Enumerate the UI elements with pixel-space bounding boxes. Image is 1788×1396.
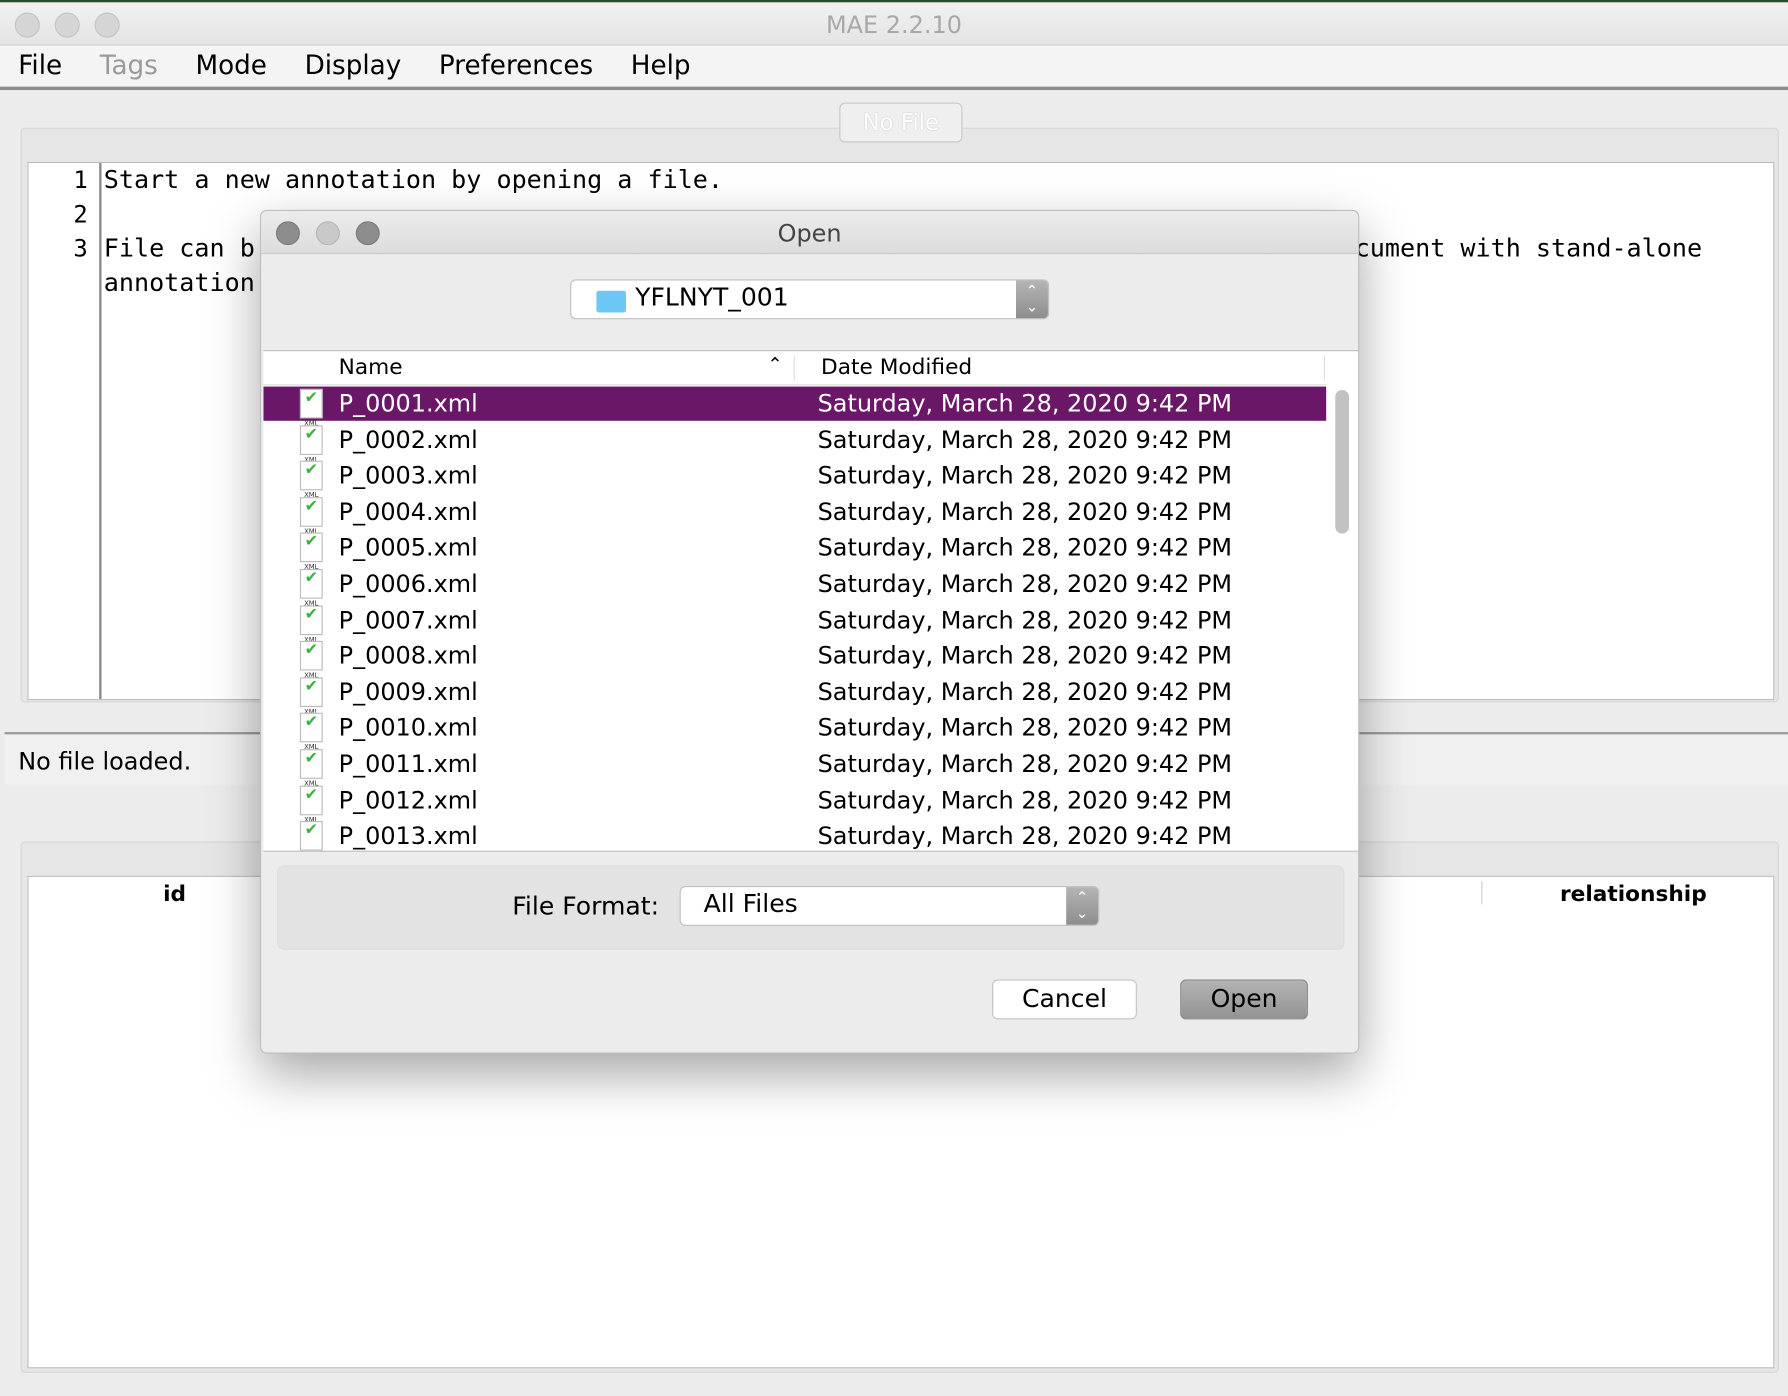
- file-row[interactable]: ✔ XML P_0006.xml Saturday, March 28, 2020 9…: [263, 567, 1326, 608]
- file-list-header: Name ⌃ Date Modified: [263, 351, 1327, 386]
- xml-file-icon: ✔XML: [299, 605, 323, 644]
- menu-preferences[interactable]: Preferences: [439, 51, 593, 81]
- editor-line-3-end: cument with stand-alone: [1354, 234, 1703, 264]
- xml-file-icon: ✔XML: [299, 677, 323, 716]
- line-number: 2: [73, 200, 88, 229]
- file-row[interactable]: ✔XML P_0013.xml Saturday, March 28, 2020 9…: [263, 819, 1326, 851]
- file-row[interactable]: ✔ XML P_0012.xml Saturday, March 28, 2020 9…: [263, 783, 1326, 824]
- column-divider: [793, 355, 795, 381]
- file-name: P_0003.xml: [338, 462, 478, 490]
- file-row[interactable]: ✔ XML P_0010.xml Saturday, March 28, 2020 9…: [263, 711, 1326, 752]
- xml-file-icon: ✔XML: [299, 388, 323, 428]
- open-file-dialog: Open YFLNYT_001 ⌃ ⌄ Name ⌃ Date Modified …: [259, 209, 1360, 1054]
- editor-line-3-start: File can b: [103, 234, 255, 264]
- file-date-modified: Saturday, March 28, 2020 9:42 PM: [817, 462, 1233, 490]
- file-name: P_0011.xml: [338, 750, 478, 778]
- file-name: P_0006.xml: [338, 570, 478, 598]
- xml-file-icon: ✔XML: [299, 713, 323, 752]
- file-date-modified: Saturday, March 28, 2020 9:42 PM: [817, 570, 1233, 598]
- file-name: P_0008.xml: [338, 642, 478, 670]
- title-bar: MAE 2.2.10: [0, 0, 1788, 46]
- file-name: P_0009.xml: [338, 678, 478, 706]
- xml-file-icon: ✔XML: [299, 424, 323, 464]
- menu-file[interactable]: File: [18, 51, 62, 81]
- file-date-modified: Saturday, March 28, 2020 9:42 PM: [817, 750, 1233, 778]
- file-row[interactable]: ✔ XML P_0005.xml Saturday, March 28, 2020 9…: [263, 531, 1326, 572]
- column-header-name[interactable]: Name: [339, 355, 403, 380]
- menu-help[interactable]: Help: [631, 51, 691, 81]
- file-row[interactable]: ✔ XML P_0011.xml Saturday, March 28, 2020 9…: [263, 747, 1326, 788]
- open-button[interactable]: Open: [1180, 979, 1308, 1020]
- file-row[interactable]: ✔ XML P_0001.xml Saturday, March 28, 2020 9…: [263, 386, 1327, 428]
- file-name: P_0001.xml: [338, 389, 478, 418]
- folder-icon: [596, 290, 627, 313]
- file-format-select[interactable]: All Files ⌃ ⌄: [679, 886, 1100, 926]
- line-number: 3: [73, 234, 88, 263]
- file-date-modified: Saturday, March 28, 2020 9:42 PM: [817, 534, 1233, 562]
- column-header-relationship[interactable]: relationship: [1560, 881, 1707, 906]
- file-row[interactable]: ✔ XML P_0004.xml Saturday, March 28, 2020 9…: [263, 495, 1326, 536]
- column-divider: [1323, 355, 1326, 381]
- column-header-date-modified[interactable]: Date Modified: [821, 355, 972, 380]
- file-date-modified: Saturday, March 28, 2020 9:42 PM: [817, 498, 1233, 526]
- xml-file-icon: ✔XML: [299, 496, 323, 536]
- file-format-panel: File Format: All Files ⌃ ⌄: [277, 865, 1345, 950]
- file-name: P_0002.xml: [338, 426, 478, 454]
- file-list[interactable]: Name ⌃ Date Modified ✔ XML P_0001.xml Satur…: [263, 350, 1359, 852]
- menu-tags: Tags: [99, 51, 158, 81]
- file-name: P_0010.xml: [338, 714, 478, 742]
- file-name: P_0005.xml: [338, 534, 478, 562]
- file-format-value: All Files: [703, 890, 798, 920]
- chevron-updown-icon: ⌃ ⌄: [1016, 280, 1048, 319]
- editor-line-1: Start a new annotation by opening a file…: [103, 166, 724, 195]
- line-number: 1: [73, 166, 88, 194]
- status-text: No file loaded.: [18, 748, 192, 776]
- chevron-updown-icon: ⌃ ⌄: [1066, 887, 1099, 925]
- xml-file-icon: ✔XML: [299, 641, 323, 680]
- file-date-modified: Saturday, March 28, 2020 9:42 PM: [817, 822, 1233, 850]
- menu-bar: File Tags Mode Display Preferences Help: [0, 45, 1788, 91]
- file-name: P_0012.xml: [338, 786, 478, 814]
- dialog-title-bar: Open: [261, 210, 1359, 255]
- xml-file-icon: ✔XML: [299, 749, 323, 788]
- mae-window: MAE 2.2.10 File Tags Mode Display Preference…: [0, 0, 1788, 1396]
- menu-display[interactable]: Display: [305, 51, 402, 81]
- cancel-button[interactable]: Cancel: [992, 979, 1137, 1020]
- xml-file-icon: ✔XML: [299, 532, 323, 572]
- xml-file-icon: ✔XML: [299, 569, 323, 608]
- column-header-id[interactable]: id: [163, 881, 186, 906]
- file-date-modified: Saturday, March 28, 2020 9:42 PM: [817, 642, 1233, 670]
- file-row[interactable]: ✔ XML P_0007.xml Saturday, March 28, 2020 9…: [263, 603, 1326, 644]
- file-date-modified: Saturday, March 28, 2020 9:42 PM: [817, 678, 1233, 706]
- sort-ascending-icon: ⌃: [767, 353, 783, 376]
- column-divider: [1481, 881, 1483, 905]
- file-row[interactable]: ✔ XML P_0009.xml Saturday, March 28, 2020 9…: [263, 675, 1326, 716]
- file-format-label: File Format:: [512, 892, 660, 922]
- folder-name: YFLNYT_001: [635, 283, 789, 313]
- menu-mode[interactable]: Mode: [195, 51, 266, 81]
- xml-file-icon: ✔XML: [299, 785, 323, 824]
- xml-file-icon: ✔XML: [299, 821, 323, 851]
- file-date-modified: Saturday, March 28, 2020 9:42 PM: [817, 786, 1233, 814]
- file-date-modified: Saturday, March 28, 2020 9:42 PM: [817, 389, 1233, 418]
- file-row[interactable]: ✔ XML P_0008.xml Saturday, March 28, 2020 9…: [263, 639, 1326, 680]
- file-name: P_0013.xml: [338, 822, 478, 850]
- file-row[interactable]: ✔ XML P_0002.xml Saturday, March 28, 2020 9…: [263, 423, 1326, 464]
- file-name: P_0004.xml: [338, 498, 478, 526]
- file-date-modified: Saturday, March 28, 2020 9:42 PM: [817, 426, 1233, 454]
- editor-line-3-wrap: annotation: [103, 269, 255, 298]
- file-date-modified: Saturday, March 28, 2020 9:42 PM: [817, 606, 1233, 634]
- file-name: P_0007.xml: [338, 606, 478, 634]
- folder-select[interactable]: YFLNYT_001 ⌃ ⌄: [570, 279, 1050, 320]
- file-list-scrollbar[interactable]: [1333, 388, 1351, 850]
- window-title: MAE 2.2.10: [826, 11, 962, 39]
- scrollbar-thumb[interactable]: [1335, 389, 1349, 534]
- line-number-gutter: 1 2 3: [29, 163, 102, 700]
- file-row[interactable]: ✔ XML P_0003.xml Saturday, March 28, 2020 9…: [263, 459, 1326, 500]
- file-date-modified: Saturday, March 28, 2020 9:42 PM: [817, 714, 1233, 742]
- xml-file-icon: ✔XML: [299, 460, 323, 500]
- dialog-title: Open: [777, 220, 842, 248]
- no-file-tab-button[interactable]: No File: [839, 102, 963, 143]
